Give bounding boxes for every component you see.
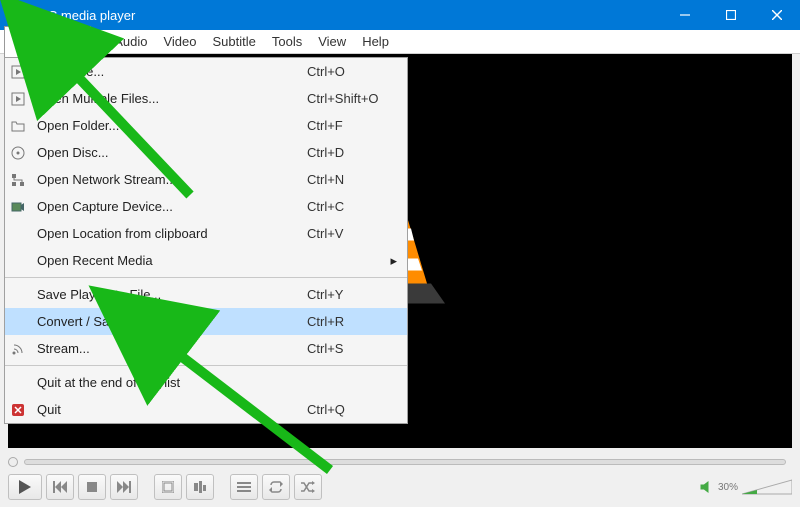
volume-control[interactable]: 30% xyxy=(700,478,792,496)
titlebar: VLC media player xyxy=(0,0,800,30)
menu-item-label: Open Capture Device... xyxy=(37,199,307,214)
menu-open-file[interactable]: Open File... Ctrl+O xyxy=(5,58,407,85)
menu-item-label: Save Playlist to File... xyxy=(37,287,307,302)
menu-convert-save[interactable]: Convert / Save... Ctrl+R xyxy=(5,308,407,335)
menu-video[interactable]: Video xyxy=(155,31,204,52)
menu-item-label: Open Recent Media xyxy=(37,253,295,268)
seek-bar[interactable] xyxy=(8,455,792,469)
menu-item-label: Open Location from clipboard xyxy=(37,226,307,241)
menu-item-label: Open Network Stream... xyxy=(37,172,307,187)
folder-icon xyxy=(11,120,37,132)
menu-item-label: Open Folder... xyxy=(37,118,307,133)
loop-button[interactable] xyxy=(262,474,290,500)
menu-subtitle[interactable]: Subtitle xyxy=(205,31,264,52)
menubar: Media ack Audio Video Subtitle Tools Vie… xyxy=(0,30,800,54)
minimize-button[interactable] xyxy=(662,0,708,30)
close-button[interactable] xyxy=(754,0,800,30)
menu-item-label: Quit xyxy=(37,402,307,417)
menu-separator xyxy=(5,365,407,366)
menu-item-shortcut: Ctrl+Y xyxy=(307,287,397,302)
menu-item-shortcut: Ctrl+O xyxy=(307,64,397,79)
stop-button[interactable] xyxy=(78,474,106,500)
play-file-icon xyxy=(11,92,37,106)
shuffle-button[interactable] xyxy=(294,474,322,500)
volume-slider[interactable] xyxy=(742,478,792,496)
disc-icon xyxy=(11,146,37,160)
window-title: VLC media player xyxy=(30,8,662,23)
menu-quit[interactable]: Quit Ctrl+Q xyxy=(5,396,407,423)
skip-fwd-button[interactable] xyxy=(110,474,138,500)
capture-icon xyxy=(11,201,37,213)
window-controls xyxy=(662,0,800,30)
maximize-button[interactable] xyxy=(708,0,754,30)
menu-item-label: Quit at the end of playlist xyxy=(37,375,307,390)
menu-audio[interactable]: Audio xyxy=(106,31,155,52)
submenu-arrow-icon: ▸ xyxy=(385,253,397,269)
network-icon xyxy=(11,173,37,187)
menu-tools[interactable]: Tools xyxy=(264,31,310,52)
stream-icon xyxy=(11,342,37,356)
menu-separator xyxy=(5,277,407,278)
menu-item-label: Open Multiple Files... xyxy=(37,91,307,106)
menu-open-clipboard[interactable]: Open Location from clipboard Ctrl+V xyxy=(5,220,407,247)
speaker-icon xyxy=(700,480,714,494)
menu-help[interactable]: Help xyxy=(354,31,397,52)
menu-item-label: Open File... xyxy=(37,64,307,79)
menu-item-shortcut: Ctrl+Shift+O xyxy=(307,91,397,106)
app-icon xyxy=(0,7,30,23)
menu-open-network[interactable]: Open Network Stream... Ctrl+N xyxy=(5,166,407,193)
menu-item-shortcut: Ctrl+C xyxy=(307,199,397,214)
menu-stream[interactable]: Stream... Ctrl+S xyxy=(5,335,407,362)
menu-item-shortcut: Ctrl+R xyxy=(307,314,397,329)
menu-item-shortcut: Ctrl+S xyxy=(307,341,397,356)
menu-item-shortcut: Ctrl+N xyxy=(307,172,397,187)
fullscreen-button[interactable] xyxy=(154,474,182,500)
seek-handle-icon[interactable] xyxy=(8,457,18,467)
menu-open-multiple[interactable]: Open Multiple Files... Ctrl+Shift+O xyxy=(5,85,407,112)
menu-quit-end[interactable]: Quit at the end of playlist xyxy=(5,369,407,396)
menu-open-capture[interactable]: Open Capture Device... Ctrl+C xyxy=(5,193,407,220)
playback-controls: 30% xyxy=(8,473,792,501)
skip-back-button[interactable] xyxy=(46,474,74,500)
quit-icon xyxy=(11,403,37,417)
menu-open-recent[interactable]: Open Recent Media ▸ xyxy=(5,247,407,274)
play-button[interactable] xyxy=(8,474,42,500)
menu-item-shortcut: Ctrl+F xyxy=(307,118,397,133)
menu-open-folder[interactable]: Open Folder... Ctrl+F xyxy=(5,112,407,139)
seek-track[interactable] xyxy=(24,459,786,465)
menu-view[interactable]: View xyxy=(310,31,354,52)
menu-item-shortcut: Ctrl+D xyxy=(307,145,397,160)
menu-item-shortcut: Ctrl+Q xyxy=(307,402,397,417)
ext-settings-button[interactable] xyxy=(186,474,214,500)
menu-item-shortcut: Ctrl+V xyxy=(307,226,397,241)
menu-save-playlist[interactable]: Save Playlist to File... Ctrl+Y xyxy=(5,281,407,308)
menu-item-label: Convert / Save... xyxy=(37,314,307,329)
playlist-button[interactable] xyxy=(230,474,258,500)
menu-open-disc[interactable]: Open Disc... Ctrl+D xyxy=(5,139,407,166)
play-file-icon xyxy=(11,65,37,79)
media-dropdown: Open File... Ctrl+O Open Multiple Files.… xyxy=(4,57,408,424)
menu-item-label: Open Disc... xyxy=(37,145,307,160)
menu-item-label: Stream... xyxy=(37,341,307,356)
volume-label: 30% xyxy=(718,482,738,493)
